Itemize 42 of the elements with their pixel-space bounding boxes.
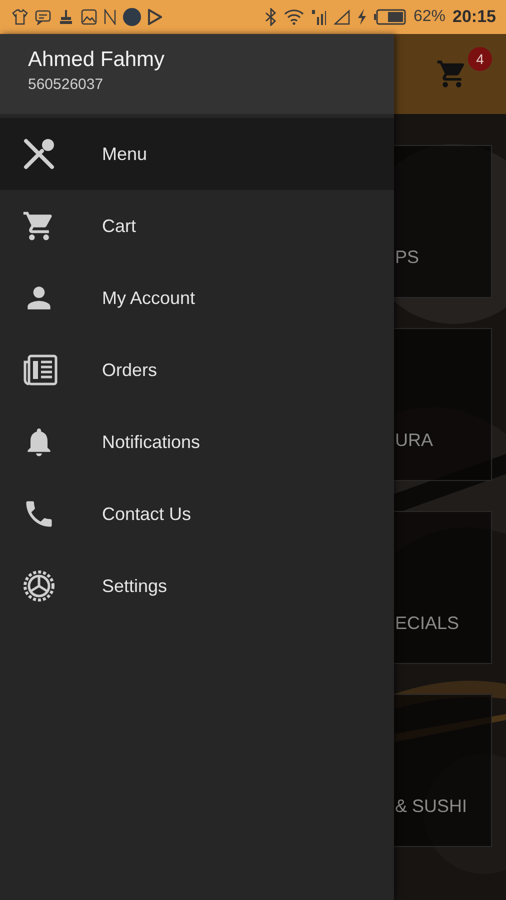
charging-icon bbox=[357, 9, 368, 25]
drawer-item-label: My Account bbox=[102, 288, 196, 308]
drawer-item-label: Menu bbox=[102, 144, 148, 164]
category-card[interactable]: PS bbox=[394, 145, 492, 298]
drawer-item-label: Cart bbox=[102, 216, 136, 236]
category-label: URA bbox=[394, 430, 434, 451]
brush-icon bbox=[58, 9, 74, 25]
user-phone: 560526037 bbox=[28, 76, 104, 93]
newspaper-icon bbox=[22, 354, 58, 386]
cart-count-badge: 4 bbox=[468, 47, 492, 71]
drawer-item[interactable]: Orders bbox=[0, 334, 394, 406]
drawer-item[interactable]: Notifications bbox=[0, 406, 394, 478]
category-label: & SUSHI bbox=[394, 796, 468, 817]
play-store-icon bbox=[148, 9, 162, 25]
drawer-item[interactable]: Menu bbox=[0, 118, 394, 190]
category-card[interactable]: URA bbox=[394, 328, 492, 481]
category-label: PS bbox=[394, 247, 420, 268]
signal-icon bbox=[334, 9, 350, 25]
n-letter-icon bbox=[104, 9, 116, 25]
drawer-item-label: Settings bbox=[102, 576, 168, 596]
signal-icon bbox=[311, 9, 328, 25]
drawer-item-label: Orders bbox=[102, 360, 158, 380]
drawer-item[interactable]: Contact Us bbox=[0, 478, 394, 550]
drawer-item-label: Contact Us bbox=[102, 504, 192, 524]
circle-icon bbox=[123, 8, 141, 26]
battery-icon bbox=[374, 9, 406, 25]
category-label: ECIALS bbox=[394, 613, 460, 634]
wifi-icon bbox=[284, 9, 304, 25]
shirt-icon bbox=[12, 9, 28, 25]
drawer-item[interactable]: My Account bbox=[0, 262, 394, 334]
gear-icon bbox=[22, 569, 56, 603]
message-icon bbox=[35, 9, 51, 25]
drawer-item[interactable]: Settings bbox=[0, 550, 394, 622]
user-name: Ahmed Fahmy bbox=[28, 48, 166, 72]
bluetooth-icon bbox=[265, 8, 278, 26]
image-icon bbox=[81, 9, 97, 25]
category-card[interactable]: ECIALS bbox=[394, 511, 492, 664]
battery-percentage: 62% bbox=[413, 8, 446, 26]
clock-time: 20:15 bbox=[452, 7, 496, 27]
category-card[interactable]: & SUSHI bbox=[394, 694, 492, 847]
drawer-item[interactable]: Cart bbox=[0, 190, 394, 262]
drawer-item-label: Notifications bbox=[102, 432, 200, 452]
